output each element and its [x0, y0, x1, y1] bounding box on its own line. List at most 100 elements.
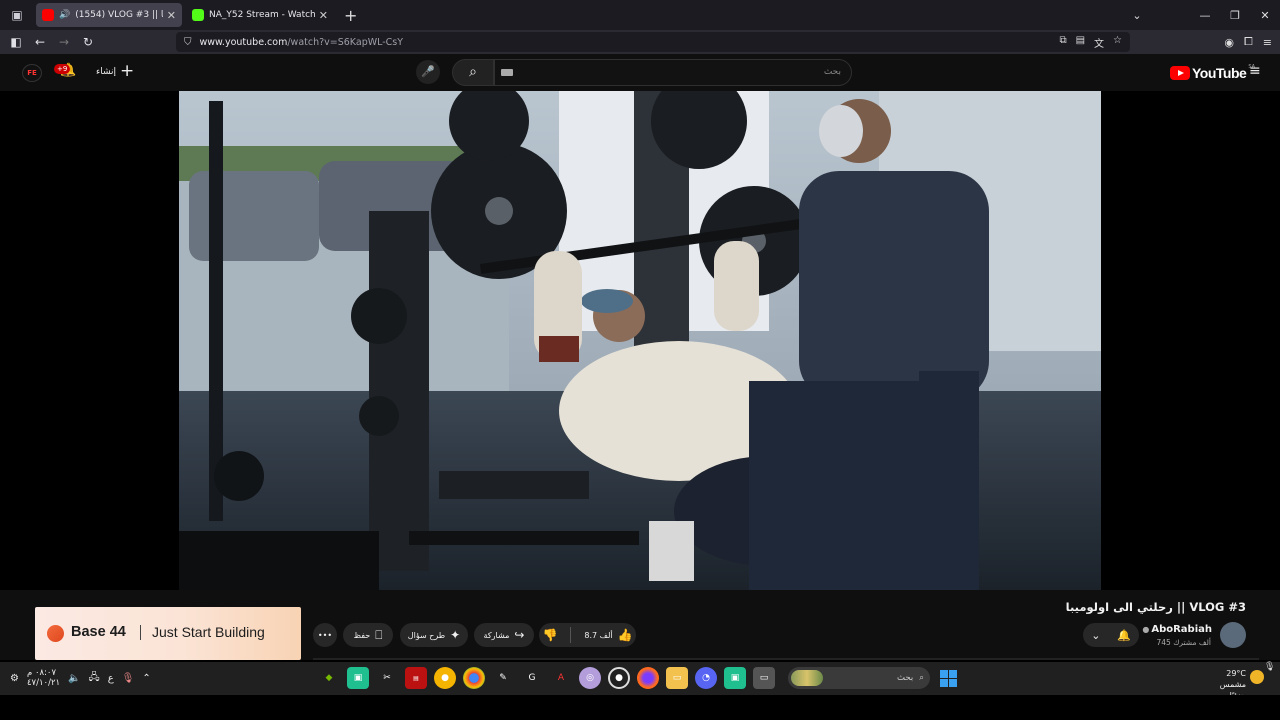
minimize-icon[interactable]: — — [1190, 9, 1220, 22]
window-icon[interactable]: ▭ — [753, 667, 775, 689]
browser-tab-bar: ▣ 🔊 (1554) VLOG #3 || رحلتي الى اولوميبا… — [0, 0, 1280, 30]
watch-metadata: رحلتي الى اولوميبا || VLOG #3 ● AboRabiah… — [0, 590, 1280, 660]
tab-list-icon[interactable]: ▣ — [4, 2, 30, 28]
voice-search-mic-icon[interactable]: 🎤 — [416, 60, 440, 84]
menu-icon[interactable]: ≡ — [1263, 36, 1272, 49]
speaker-icon[interactable]: 🔊 — [59, 10, 70, 20]
volume-icon[interactable]: 🔈 — [68, 673, 80, 684]
adobe-icon[interactable]: A — [550, 667, 572, 689]
clock[interactable]: ٠٨:٠٧ م ٤٧/١٠/٢١ — [27, 668, 60, 688]
obs-icon[interactable]: ● — [608, 667, 630, 689]
sidebar-icon[interactable]: ◧ — [4, 35, 28, 49]
mic-icon[interactable]: 🎙 — [122, 673, 135, 684]
sparkle-icon: ✦ — [450, 628, 461, 642]
dislike-icon[interactable]: 👎 — [542, 628, 557, 642]
window-controls: ⌄ — ❐ ✕ — [1122, 0, 1280, 30]
like-count[interactable]: 8.7 ألف — [584, 631, 612, 640]
share-button[interactable]: مشاركة ↪ — [474, 623, 534, 647]
more-actions-button[interactable]: ••• — [313, 623, 337, 647]
avatar[interactable]: FE — [22, 64, 42, 82]
bell-icon: 🔔 — [1117, 628, 1131, 642]
restore-icon[interactable]: ❐ — [1220, 9, 1250, 22]
sun-icon[interactable] — [1250, 670, 1264, 684]
youtube-logo[interactable]: YouTube SA — [1170, 64, 1255, 81]
search-button[interactable]: ⌕ — [452, 59, 494, 86]
network-icon[interactable]: 🖧 — [89, 670, 100, 687]
site-info-icon[interactable]: ⛉ — [184, 37, 192, 48]
ask-button[interactable]: طرح سؤال ✦ — [400, 623, 468, 647]
green-square-icon[interactable]: ▣ — [724, 667, 746, 689]
capcut-alt-icon[interactable]: ✎ — [492, 667, 514, 689]
save-label: حفظ — [353, 630, 371, 640]
nvidia-icon[interactable]: ◆ — [318, 667, 340, 689]
plus-icon: + — [120, 61, 135, 81]
plus-icon[interactable]: + — [344, 6, 357, 25]
save-button[interactable]: حفظ ⎕ — [343, 623, 393, 647]
purple-app-icon[interactable]: ◎ — [579, 667, 601, 689]
divider — [570, 627, 572, 643]
start-windows-icon[interactable] — [940, 670, 957, 687]
app-green-icon[interactable]: ▣ — [347, 667, 369, 689]
back-icon[interactable]: ← — [28, 35, 52, 49]
like-icon[interactable]: 👍 — [618, 628, 633, 642]
extensions-icon[interactable]: ⧠ — [1244, 35, 1253, 49]
video-frame — [179, 91, 1101, 590]
firefox-icon[interactable] — [637, 667, 659, 689]
settings-gear-icon[interactable]: ⚙ — [10, 673, 19, 684]
tab-overflow-chevron-icon[interactable]: ⌄ — [1122, 9, 1152, 22]
discord-icon[interactable]: ◔ — [695, 667, 717, 689]
youtube-favicon-icon — [42, 9, 54, 21]
tab-title: (1554) VLOG #3 || رحلتي الى اولوميبا — [75, 10, 163, 20]
bookmark-star-icon[interactable]: ☆ — [1113, 35, 1122, 50]
like-dislike-group: 👎 8.7 ألف 👍 — [539, 623, 636, 647]
file-explorer-icon[interactable]: ▭ — [666, 667, 688, 689]
pinned-apps: ◆ ▣ ✂ ▤ ● ✎ G A ◎ ● ▭ ◔ ▣ ▭ — [318, 667, 775, 689]
voice-meeter-icon[interactable]: ▤ — [405, 667, 427, 689]
ad-tagline: Just Start Building — [152, 624, 265, 640]
screenshot-icon[interactable]: ▤ — [1076, 35, 1085, 50]
tool-icon[interactable]: G — [521, 667, 543, 689]
guide-menu-icon[interactable]: ≡ — [1249, 63, 1261, 79]
youtube-play-icon — [1170, 66, 1190, 80]
channel-name[interactable]: ● AboRabiah — [1142, 624, 1212, 635]
close-tab-icon[interactable]: ✕ — [167, 9, 176, 22]
subscribed-button[interactable]: ⌄ 🔔 — [1083, 623, 1139, 647]
tab-kick-stream[interactable]: NA_Y52 Stream - Watch Live on ✕ — [186, 3, 334, 27]
kick-favicon-icon — [192, 9, 204, 21]
system-tray: ⚙ ٠٨:٠٧ م ٤٧/١٠/٢١ 🔈 🖧 ع 🎙 ⌃ — [10, 668, 151, 688]
picture-in-picture-icon[interactable]: ⧉ — [1059, 35, 1066, 50]
close-tab-icon[interactable]: ✕ — [319, 9, 328, 22]
share-label: مشاركة — [483, 630, 510, 640]
translate-icon[interactable]: 文 — [1094, 35, 1104, 50]
tab-title: NA_Y52 Stream - Watch Live on — [209, 10, 315, 20]
create-label: إنشاء — [96, 66, 117, 77]
capcut-icon[interactable]: ✂ — [376, 667, 398, 689]
yellow-app-icon[interactable]: ● — [434, 667, 456, 689]
more-icon: ••• — [317, 630, 333, 640]
chrome-icon[interactable] — [463, 667, 485, 689]
keyboard-icon[interactable] — [501, 69, 513, 76]
mic-recording-icon[interactable]: 🎙 — [1264, 662, 1275, 673]
tab-youtube[interactable]: 🔊 (1554) VLOG #3 || رحلتي الى اولوميبا ✕ — [36, 3, 182, 27]
chevron-up-icon[interactable]: ⌃ — [142, 673, 150, 684]
notification-count-badge: +9 — [54, 64, 71, 74]
taskbar-search[interactable]: بحث ⌕ — [788, 667, 930, 689]
search-input[interactable]: بحث — [494, 59, 852, 86]
bookmark-icon: ⎕ — [375, 627, 383, 642]
search-icon: ⌕ — [919, 673, 924, 683]
language-indicator[interactable]: ع — [108, 673, 114, 684]
address-bar[interactable]: ⛉ www.youtube.com/watch?v=S6KapWL-CsY ⧉ … — [176, 32, 1130, 52]
url-text: www.youtube.com/watch?v=S6KapWL-CsY — [199, 36, 404, 48]
subscriber-count: 745 ألف مشترك — [1156, 638, 1211, 647]
description-box-edge — [313, 658, 1259, 660]
channel-avatar[interactable] — [1220, 622, 1246, 648]
search-highlight-art — [791, 670, 823, 686]
reload-icon[interactable]: ↻ — [76, 35, 100, 49]
sponsored-ad-banner[interactable]: Base 44 Just Start Building — [35, 607, 301, 660]
forward-icon[interactable]: → — [52, 35, 76, 49]
video-player[interactable] — [179, 91, 1101, 590]
close-window-icon[interactable]: ✕ — [1250, 9, 1280, 22]
create-button[interactable]: إنشاء + — [96, 63, 134, 80]
account-icon[interactable]: ◉ — [1224, 36, 1234, 49]
divider — [140, 625, 141, 640]
